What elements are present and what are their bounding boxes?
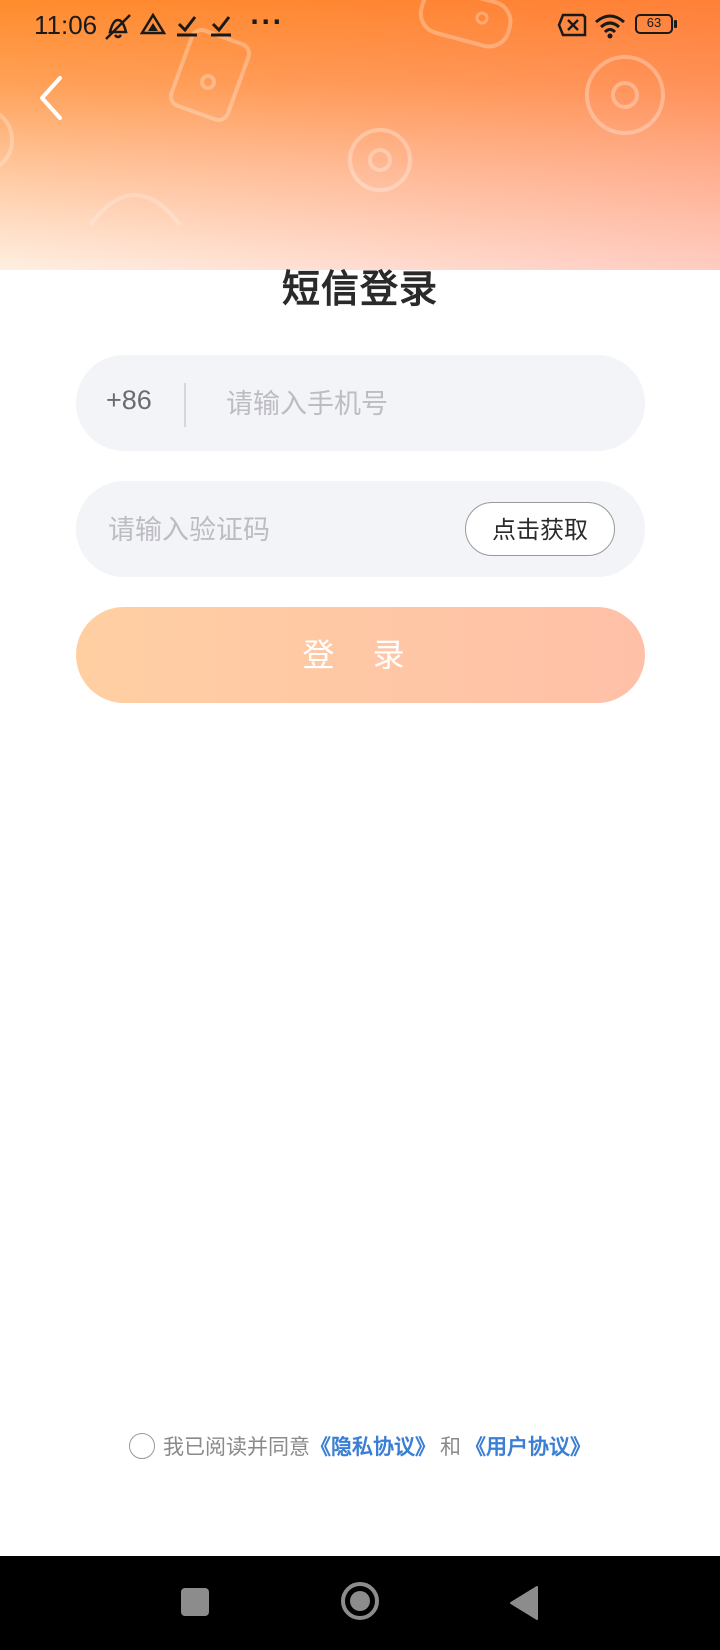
page-title: 短信登录: [281, 267, 438, 311]
agreement-row: 我已阅读并同意 《隐私协议》 和 《用户协议》: [0, 1426, 720, 1466]
back-chevron-icon[interactable]: [32, 72, 72, 124]
agreement-prefix: 我已阅读并同意: [163, 1435, 310, 1459]
more-notifications-icon: ···: [250, 8, 284, 36]
get-code-button[interactable]: 点击获取: [465, 502, 615, 556]
target-deco-icon: [348, 128, 412, 192]
check-download-icon: [211, 16, 231, 37]
home-icon[interactable]: [340, 1581, 380, 1621]
privacy-policy-link[interactable]: 《隐私协议》: [310, 1431, 436, 1461]
user-agreement-link[interactable]: 《用户协议》: [465, 1431, 591, 1461]
agreement-checkbox[interactable]: [129, 1433, 155, 1459]
sim-off-icon: [557, 13, 587, 37]
navigation-bar: [0, 1556, 720, 1650]
login-button[interactable]: 登 录: [76, 607, 645, 703]
recent-apps-icon[interactable]: [181, 1588, 209, 1616]
vibrate-off-icon: [105, 14, 131, 40]
phone-input[interactable]: [224, 355, 628, 453]
status-bar: 11:06 ··· 63: [0, 0, 720, 54]
agreement-and: 和: [440, 1435, 461, 1459]
phone-field: +86: [76, 355, 645, 453]
field-divider: [184, 383, 186, 427]
battery-icon: 63: [635, 14, 679, 36]
battery-level: 63: [646, 15, 662, 30]
verification-code-input[interactable]: [106, 481, 440, 579]
arc-deco-icon: [88, 193, 182, 227]
drive-icon: [140, 12, 166, 35]
status-time: 11:06: [34, 10, 98, 40]
disc-deco-icon: [585, 55, 665, 135]
wifi-icon: [595, 14, 625, 39]
arc-deco-icon: [0, 112, 14, 168]
country-code[interactable]: +86: [106, 385, 152, 416]
verification-code-field: 点击获取: [76, 481, 645, 579]
nav-back-icon[interactable]: [507, 1584, 539, 1622]
check-download-icon: [177, 16, 197, 37]
